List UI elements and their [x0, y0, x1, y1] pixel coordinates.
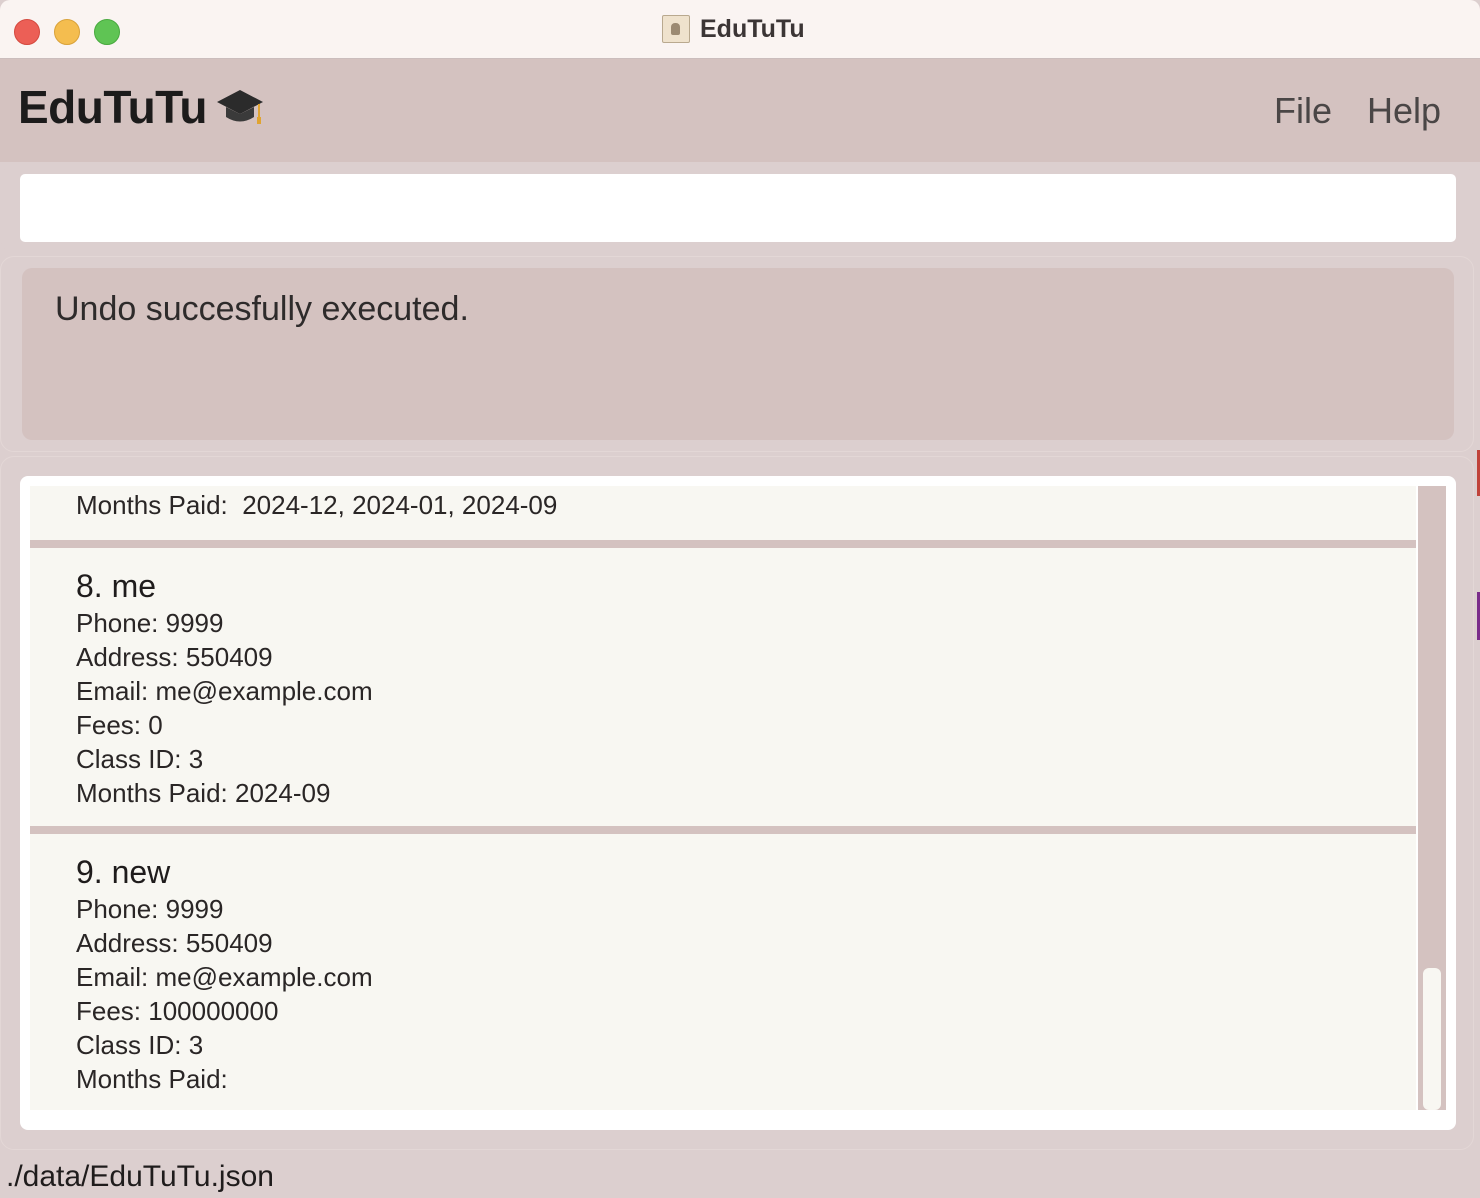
months-paid-row: Months Paid: 2024-09 [76, 778, 330, 809]
address-value: 550409 [185, 928, 273, 958]
phone-row: Phone: 9999 [76, 894, 223, 925]
graduation-cap-icon [216, 90, 263, 124]
address-label: Address: [76, 928, 179, 958]
command-input[interactable] [20, 174, 1456, 242]
class-id-label: Class ID: [76, 1030, 182, 1060]
list-item[interactable]: 8. me Phone: 9999 Address: 550409 Email:… [30, 548, 1416, 826]
minimize-window-button[interactable] [54, 19, 80, 45]
class-id-row: Class ID: 3 [76, 1030, 203, 1061]
fees-row: Fees: 0 [76, 710, 163, 741]
class-id-row: Class ID: 3 [76, 744, 203, 775]
zoom-window-button[interactable] [94, 19, 120, 45]
phone-value: 9999 [165, 608, 224, 638]
months-paid-value: 2024-12, 2024-01, 2024-09 [242, 490, 558, 520]
class-id-label: Class ID: [76, 744, 182, 774]
brand-title: EduTuTu [18, 81, 207, 133]
class-id-value: 3 [188, 1030, 204, 1060]
months-paid-label: Months Paid: [76, 490, 228, 520]
address-label: Address: [76, 642, 179, 672]
person-name: 9. new [76, 854, 171, 890]
address-row: Address: 550409 [76, 928, 273, 959]
fees-value: 100000000 [148, 996, 279, 1026]
months-paid-row: Months Paid: [76, 1064, 235, 1095]
app-document-icon [662, 15, 690, 43]
months-paid-label: Months Paid: [76, 778, 228, 808]
address-value: 550409 [185, 642, 273, 672]
close-window-button[interactable] [14, 19, 40, 45]
menu-file[interactable]: File [1274, 90, 1332, 132]
fees-label: Fees: [76, 996, 142, 1026]
fees-value: 0 [148, 710, 163, 740]
brand: EduTuTu [18, 80, 265, 134]
email-value: me@example.com [155, 676, 373, 706]
phone-row: Phone: 9999 [76, 608, 223, 639]
window-title-text: EduTuTu [700, 14, 805, 43]
menu-help[interactable]: Help [1367, 90, 1441, 132]
phone-label: Phone: [76, 894, 159, 924]
fees-row: Fees: 100000000 [76, 996, 278, 1027]
phone-value: 9999 [165, 894, 224, 924]
phone-label: Phone: [76, 608, 159, 638]
email-value: me@example.com [155, 962, 373, 992]
months-paid-value: 2024-09 [234, 778, 331, 808]
list-item[interactable]: Months Paid: 2024-12, 2024-01, 2024-09 [30, 486, 1416, 540]
email-row: Email: me@example.com [76, 962, 373, 993]
status-file-path: ./data/EduTuTu.json [6, 1160, 274, 1193]
class-id-value: 3 [188, 744, 204, 774]
address-row: Address: 550409 [76, 642, 273, 673]
list-scrollbar-thumb[interactable] [1423, 968, 1441, 1110]
person-name: 8. me [76, 568, 157, 604]
months-paid-label: Months Paid: [76, 1064, 228, 1094]
months-paid-row: Months Paid: 2024-12, 2024-01, 2024-09 [76, 490, 557, 521]
email-label: Email: [76, 676, 149, 706]
person-list[interactable]: Months Paid: 2024-12, 2024-01, 2024-09 8… [30, 486, 1416, 1110]
list-item[interactable]: 9. new Phone: 9999 Address: 550409 Email… [30, 834, 1416, 1110]
email-row: Email: me@example.com [76, 676, 373, 707]
email-label: Email: [76, 962, 149, 992]
window-title: EduTuTu [662, 14, 805, 44]
fees-label: Fees: [76, 710, 142, 740]
result-message: Undo succesfully executed. [55, 290, 469, 328]
